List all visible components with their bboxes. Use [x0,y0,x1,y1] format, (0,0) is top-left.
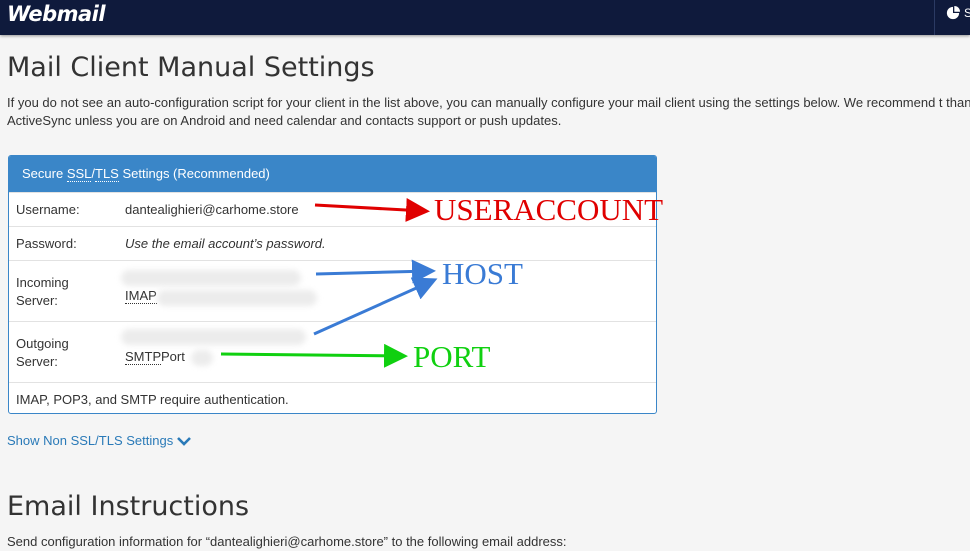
outgoing-label-line2: Server: [16,354,58,369]
ssl-abbr: SSL [66,166,92,182]
chevron-down-icon [177,436,192,446]
top-bar: Webmail S [0,0,970,35]
stats-button[interactable]: S [946,6,970,20]
outgoing-server-label: Outgoing Server: [9,322,117,382]
webmail-logo[interactable]: Webmail [7,2,106,26]
password-value: Use the email account’s password. [125,236,326,251]
smtp-abbr: SMTP [125,349,162,365]
imap-abbr: IMAP [125,288,157,304]
host-annotation: HOST [442,256,523,291]
incoming-label-line1: Incoming [16,275,69,290]
panel-title-suffix: Settings (Recommended) [118,166,270,181]
outgoing-host-redacted [121,329,306,345]
password-label: Password: [16,236,77,251]
panel-title-prefix: Secure [22,166,67,181]
password-row: Password: Use the email account’s passwo… [9,226,656,260]
incoming-server-label: Incoming Server: [9,261,117,321]
tls-abbr: TLS [95,166,119,182]
show-non-ssl-link[interactable]: Show Non SSL/TLS Settings [7,433,192,448]
auth-note: IMAP, POP3, and SMTP require authenticat… [9,382,656,413]
topbar-divider [934,0,935,35]
outgoing-port-redacted [191,350,213,366]
pie-chart-icon [946,6,960,20]
port-annotation: PORT [413,339,491,374]
stats-label: S [964,6,970,20]
panel-title: Secure SSL/TLS Settings (Recommended) [9,156,656,192]
incoming-server-row: Incoming Server: IMAP [9,260,656,321]
useraccount-annotation: USERACCOUNT [434,192,664,227]
outgoing-label-line1: Outgoing [16,336,69,351]
email-instructions-title: Email Instructions [7,491,250,522]
port-label: Port [161,349,185,364]
show-non-ssl-label: Show Non SSL/TLS Settings [7,433,174,448]
outgoing-server-row: Outgoing Server: SMTP Port [9,321,656,382]
incoming-port-redacted [157,290,317,306]
page-title: Mail Client Manual Settings [7,52,375,83]
incoming-label-line2: Server: [16,293,58,308]
send-config-text: Send configuration information for “dant… [7,534,567,549]
incoming-host-redacted [121,270,301,286]
intro-text: If you do not see an auto-configuration … [7,95,970,128]
username-label: Username: [16,202,80,217]
